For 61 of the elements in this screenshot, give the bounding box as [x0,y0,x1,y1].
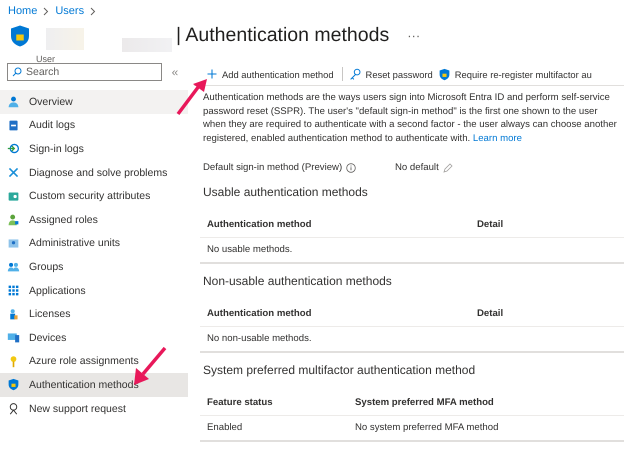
sidebar-item[interactable]: New support request [0,396,188,420]
info-icon [346,162,356,173]
sign-in-icon [7,142,20,156]
key-icon [348,68,362,80]
card-icon [7,190,20,203]
grid-icon [7,284,20,298]
person-icon [7,95,20,108]
pencil-icon[interactable] [442,162,453,173]
breadcrumb-link[interactable]: Home [8,5,38,17]
sidebar-item[interactable]: Groups [0,255,188,279]
section-heading: System preferred multifactor authentication method [203,362,476,379]
sidebar-item[interactable]: Authentication methods [0,373,188,397]
toolbar-button[interactable]: Add authentication method [206,68,339,80]
column-header: Detail [470,302,624,326]
sidebar-item[interactable]: Licenses [0,302,188,326]
table-cell: Enabled [200,415,348,441]
sidebar-item[interactable]: Devices [0,326,188,350]
shield-lock-icon [438,68,451,80]
column-header: Detail [470,212,624,238]
description-text: Authentication methods are the ways users sign into Microsoft Entra ID and perform self-service password reset (SSPR). The user's "default sign-in method" is the first one shown to the user when they are required to authenticate with a second factor - the user always can choose another registered, enabled authentication method to authenticate with. Learn more [203,91,618,146]
sidebar-item[interactable]: Sign-in logs [0,137,188,161]
more-button[interactable]: ··· [407,28,420,43]
document-icon [7,118,20,132]
sidebar-item[interactable]: Azure role assignments [0,350,188,374]
plus-icon [206,68,218,80]
column-header: Authentication method [200,302,470,326]
column-header: Authentication method [200,212,470,238]
table-cell: No non-usable methods. [200,326,470,352]
tools-icon [7,166,20,180]
toolbar-button[interactable]: Reset password [348,68,438,80]
devices-icon [7,331,20,344]
table-cell: No system preferred MFA method [348,415,624,441]
table-cell: No usable methods. [200,237,470,263]
section-heading: Non-usable authentication methods [203,274,393,290]
person-badge-icon [7,213,20,226]
picture-icon [7,236,20,250]
column-header: System preferred MFA method [348,390,624,416]
chevron-icon [43,6,50,16]
section-heading: Usable authentication methods [203,184,369,201]
column-header: Feature status [200,390,348,416]
sidebar-item[interactable]: Overview [0,90,188,114]
sidebar-item[interactable]: Applications [0,278,188,302]
search-field[interactable]: Search [7,63,162,81]
page-subtitle: User [36,54,56,64]
toolbar-button[interactable]: Require re-register multifactor au [438,68,597,80]
shield-lock-icon [8,24,32,48]
chevron-icon [90,6,96,16]
breadcrumb-link[interactable]: Users [55,5,84,17]
sidebar-item[interactable]: Custom security attributes [0,184,188,208]
field-label: Default sign-in method (Preview) [203,162,342,174]
sidebar-item[interactable]: Audit logs [0,114,188,138]
sidebar-item[interactable]: Administrative units [0,232,188,256]
shield-lock-icon [7,378,20,392]
collapse-button[interactable]: « [168,65,182,79]
search-icon [12,67,22,77]
field-value: No default [395,162,439,174]
people-icon [7,260,20,274]
page-title: | Authentication methods [176,24,390,47]
sidebar-item[interactable]: Diagnose and solve problems [0,160,188,184]
sidebar-item[interactable]: Assigned roles [0,208,188,232]
learn-more-link[interactable]: Learn more [472,133,522,144]
